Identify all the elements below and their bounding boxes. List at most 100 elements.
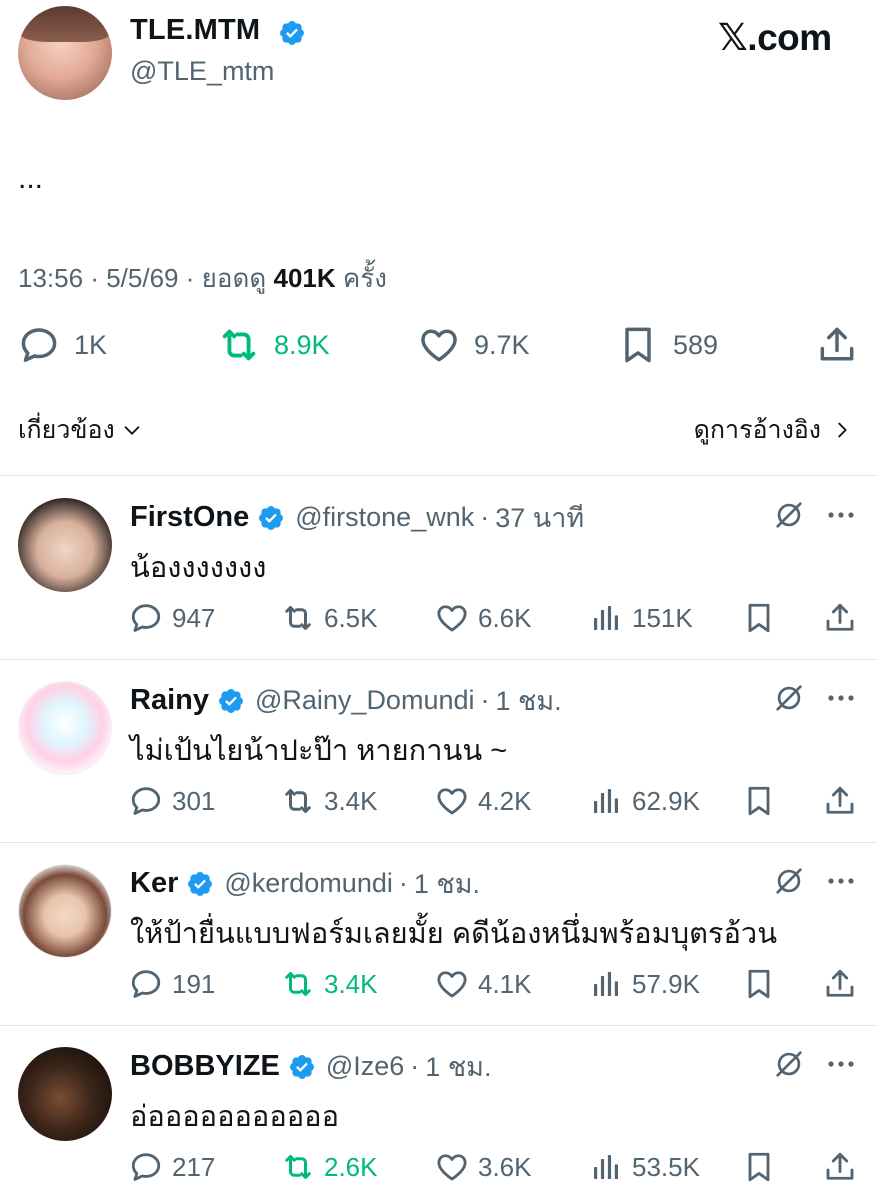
like-button[interactable]: 9.7K bbox=[416, 320, 530, 370]
reply-time[interactable]: 1 ชม. bbox=[496, 679, 562, 722]
view-quotes-link[interactable]: ดูการอ้างอิง bbox=[694, 410, 853, 450]
more-options-icon[interactable] bbox=[823, 1045, 859, 1083]
reply-button[interactable]: 947 bbox=[128, 596, 215, 640]
views-count: 53.5K bbox=[632, 1151, 700, 1182]
avatar[interactable] bbox=[18, 6, 112, 100]
repost-count: 6.5K bbox=[324, 602, 378, 633]
reply-button[interactable]: 301 bbox=[128, 779, 215, 823]
views-chart-icon bbox=[588, 783, 624, 819]
like-button[interactable]: 3.6K bbox=[434, 1145, 532, 1189]
reply-header: Rainy @Rainy_Domundi · 1 ชม. bbox=[130, 679, 562, 722]
repost-count: 8.9K bbox=[274, 329, 330, 360]
reply-count: 301 bbox=[172, 785, 216, 816]
bookmark-button[interactable] bbox=[741, 962, 777, 1006]
views-chart-icon bbox=[588, 600, 624, 636]
more-options-icon[interactable] bbox=[823, 679, 859, 717]
reply-author-handle[interactable]: @Ize6 bbox=[326, 1051, 404, 1082]
repost-icon bbox=[216, 322, 262, 368]
views-unit: ครั้ง bbox=[342, 263, 387, 293]
avatar[interactable] bbox=[18, 681, 112, 775]
reply-text: ให้ป้ายื่นแบบฟอร์มเลยมั้ย คดีน้องหนึ่มพร… bbox=[130, 918, 778, 950]
heart-icon bbox=[416, 322, 462, 368]
reply-time[interactable]: 1 ชม. bbox=[425, 1045, 491, 1088]
reply-button[interactable]: 191 bbox=[128, 962, 215, 1006]
reply-item[interactable]: FirstOne @firstone_wnk · 37 นาที น้องงงง… bbox=[0, 476, 877, 659]
repost-button[interactable]: 3.4K bbox=[280, 779, 378, 823]
repost-button[interactable]: 8.9K bbox=[216, 320, 330, 370]
bookmark-button[interactable] bbox=[741, 596, 777, 640]
like-button[interactable]: 6.6K bbox=[434, 596, 532, 640]
like-button[interactable]: 4.2K bbox=[434, 779, 532, 823]
views-chart-icon bbox=[588, 1149, 624, 1185]
reply-author-name[interactable]: BOBBYIZE bbox=[130, 1050, 280, 1083]
bookmark-button[interactable] bbox=[741, 1145, 777, 1189]
related-dropdown[interactable]: เกี่ยวข้อง bbox=[18, 410, 143, 450]
reply-author-handle[interactable]: @Rainy_Domundi bbox=[255, 685, 475, 716]
reply-button[interactable]: 1K bbox=[16, 320, 107, 370]
reply-time[interactable]: 37 นาที bbox=[495, 496, 584, 539]
repost-count: 3.4K bbox=[324, 785, 378, 816]
reply-count: 191 bbox=[172, 968, 216, 999]
reply-icon bbox=[128, 966, 164, 1002]
verified-badge-icon bbox=[288, 1053, 316, 1081]
reply-button[interactable]: 217 bbox=[128, 1145, 215, 1189]
reply-action-bar: 947 6.5K 6.6K 151K bbox=[0, 596, 877, 640]
bookmark-icon bbox=[741, 600, 777, 636]
bookmark-icon bbox=[741, 783, 777, 819]
repost-button[interactable]: 3.4K bbox=[280, 962, 378, 1006]
share-button[interactable] bbox=[822, 962, 858, 1006]
bookmark-button[interactable] bbox=[741, 779, 777, 823]
views-button[interactable]: 62.9K bbox=[588, 779, 700, 823]
share-icon bbox=[822, 1149, 858, 1185]
share-button[interactable] bbox=[814, 320, 860, 370]
heart-icon bbox=[434, 966, 470, 1002]
views-button[interactable]: 57.9K bbox=[588, 962, 700, 1006]
post-date[interactable]: 5/5/69 bbox=[106, 263, 178, 293]
author-display-name[interactable]: TLE.MTM bbox=[130, 14, 260, 47]
views-count: 57.9K bbox=[632, 968, 700, 999]
reply-author-handle[interactable]: @firstone_wnk bbox=[295, 502, 474, 533]
post-header: TLE.MTM @TLE_mtm 𝕏.com bbox=[0, 0, 877, 110]
bookmark-count: 589 bbox=[673, 329, 719, 360]
author-handle[interactable]: @TLE_mtm bbox=[130, 56, 274, 87]
share-button[interactable] bbox=[822, 1145, 858, 1189]
share-button[interactable] bbox=[822, 779, 858, 823]
views-button[interactable]: 53.5K bbox=[588, 1145, 700, 1189]
reply-time[interactable]: 1 ชม. bbox=[414, 862, 480, 905]
repost-icon bbox=[280, 966, 316, 1002]
reply-icon bbox=[128, 783, 164, 819]
grok-icon[interactable] bbox=[770, 862, 808, 900]
post-time[interactable]: 13:56 bbox=[18, 263, 83, 293]
grok-icon[interactable] bbox=[770, 496, 808, 534]
views-button[interactable]: 151K bbox=[588, 596, 693, 640]
reply-author-handle[interactable]: @kerdomundi bbox=[224, 868, 393, 899]
share-icon bbox=[822, 783, 858, 819]
avatar[interactable] bbox=[18, 498, 112, 592]
reply-author-name[interactable]: FirstOne bbox=[130, 501, 249, 534]
reply-item[interactable]: Ker @kerdomundi · 1 ชม. ให้ป้ายื่นแบบฟอร… bbox=[0, 842, 877, 1025]
bookmark-button[interactable]: 589 bbox=[615, 320, 718, 370]
more-options-icon[interactable] bbox=[823, 496, 859, 534]
reply-author-name[interactable]: Rainy bbox=[130, 684, 209, 717]
like-button[interactable]: 4.1K bbox=[434, 962, 532, 1006]
avatar[interactable] bbox=[18, 1047, 112, 1141]
more-options-icon[interactable] bbox=[823, 862, 859, 900]
reply-count: 217 bbox=[172, 1151, 216, 1182]
grok-icon[interactable] bbox=[770, 679, 808, 717]
chevron-down-icon bbox=[121, 419, 143, 441]
share-icon bbox=[814, 322, 860, 368]
share-button[interactable] bbox=[822, 596, 858, 640]
repost-button[interactable]: 6.5K bbox=[280, 596, 378, 640]
views-count: 62.9K bbox=[632, 785, 700, 816]
grok-icon[interactable] bbox=[770, 1045, 808, 1083]
reply-item[interactable]: Rainy @Rainy_Domundi · 1 ชม. ไม่เป้นไยน้… bbox=[0, 659, 877, 842]
reply-author-name[interactable]: Ker bbox=[130, 867, 178, 900]
reply-item[interactable]: BOBBYIZE @Ize6 · 1 ชม. อ่อออออออออออ 217 bbox=[0, 1025, 877, 1200]
avatar[interactable] bbox=[18, 864, 112, 958]
repost-button[interactable]: 2.6K bbox=[280, 1145, 378, 1189]
reply-icon bbox=[128, 600, 164, 636]
share-icon bbox=[822, 966, 858, 1002]
meta-separator: · bbox=[90, 263, 107, 293]
repost-icon bbox=[280, 600, 316, 636]
views-chart-icon bbox=[588, 966, 624, 1002]
